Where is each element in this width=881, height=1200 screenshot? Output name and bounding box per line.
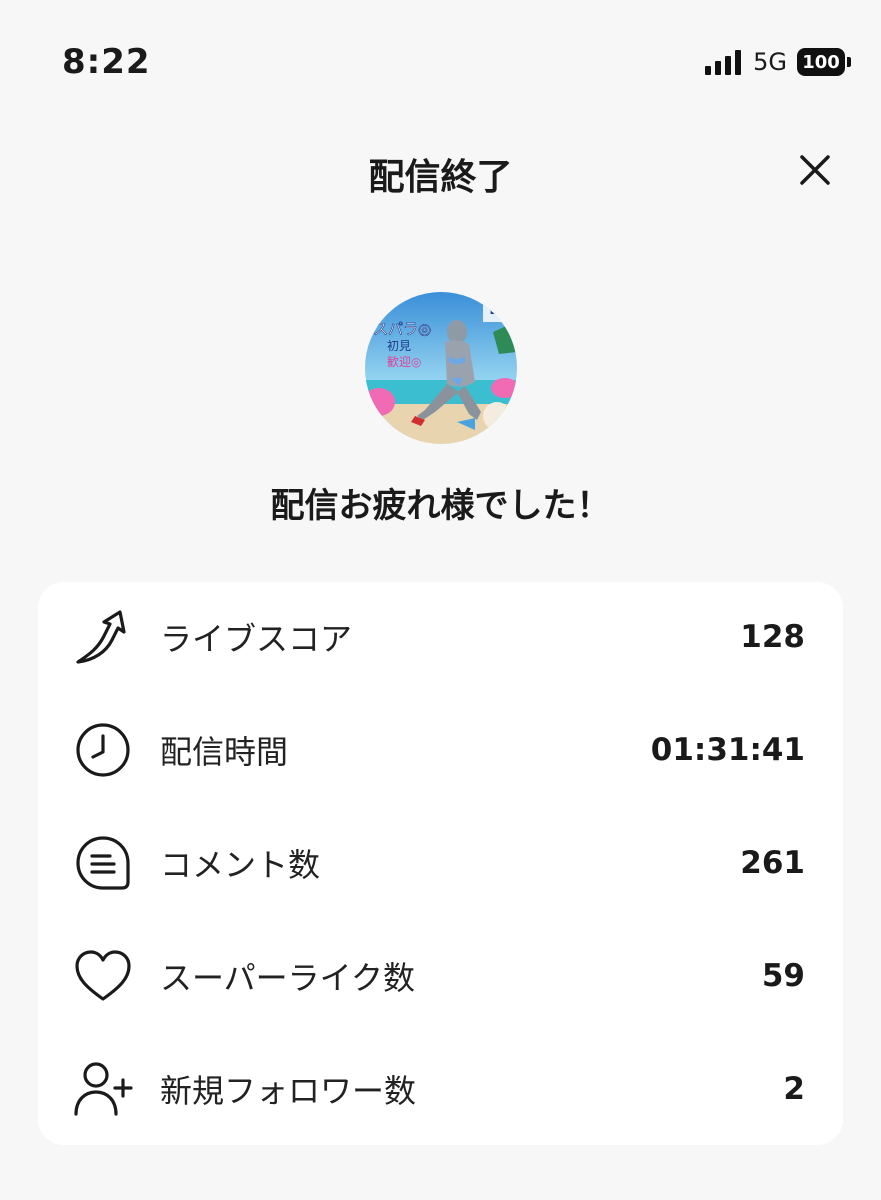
battery-level: 100 bbox=[797, 48, 845, 76]
stat-value: 59 bbox=[761, 958, 805, 994]
header: 配信終了 bbox=[0, 130, 881, 210]
avatar-corner-text: B bbox=[489, 298, 503, 319]
stat-value: 2 bbox=[783, 1071, 805, 1107]
heart-icon bbox=[72, 945, 134, 1007]
avatar-text-line2: 初見 bbox=[387, 339, 411, 353]
avatar-text-line3: 歓迎◎ bbox=[387, 355, 421, 369]
comment-icon bbox=[72, 832, 134, 894]
stat-label: 配信時間 bbox=[160, 733, 289, 771]
status-bar: 8:22 5G 100 bbox=[0, 0, 881, 130]
stat-value: 128 bbox=[740, 619, 805, 655]
stat-row-comments: コメント数 261 bbox=[38, 818, 843, 908]
battery-icon: 100 bbox=[797, 48, 851, 76]
stat-row-live-score: ライブスコア 128 bbox=[38, 592, 843, 682]
stat-value: 01:31:41 bbox=[650, 732, 805, 768]
stat-row-super-likes: スーパーライク数 59 bbox=[38, 931, 843, 1021]
rising-arrow-icon bbox=[72, 606, 134, 668]
stat-label: スーパーライク数 bbox=[160, 959, 416, 997]
stat-value: 261 bbox=[740, 845, 805, 881]
page-title: 配信終了 bbox=[368, 157, 513, 198]
close-icon bbox=[800, 155, 830, 185]
stat-label: ライブスコア bbox=[160, 620, 353, 658]
clock-icon bbox=[72, 719, 134, 781]
network-type: 5G bbox=[753, 48, 787, 76]
stat-row-stream-time: 配信時間 01:31:41 bbox=[38, 705, 843, 795]
stats-card: ライブスコア 128 配信時間 01:31:41 コメント数 261 スーパーラ… bbox=[38, 582, 843, 1145]
avatar: B スパラ◎ 初見 歓迎◎ bbox=[365, 292, 517, 444]
completion-message: 配信お疲れ様でした！ bbox=[270, 486, 611, 526]
status-indicators: 5G 100 bbox=[705, 48, 851, 76]
stat-label: コメント数 bbox=[160, 846, 321, 884]
close-button[interactable] bbox=[790, 145, 840, 195]
stat-row-new-followers: 新規フォロワー数 2 bbox=[38, 1044, 843, 1134]
status-time: 8:22 bbox=[62, 42, 151, 82]
avatar-text-line1: スパラ◎ bbox=[373, 320, 431, 338]
stat-label: 新規フォロワー数 bbox=[160, 1072, 417, 1110]
add-user-icon bbox=[72, 1058, 134, 1120]
signal-icon bbox=[705, 49, 742, 75]
